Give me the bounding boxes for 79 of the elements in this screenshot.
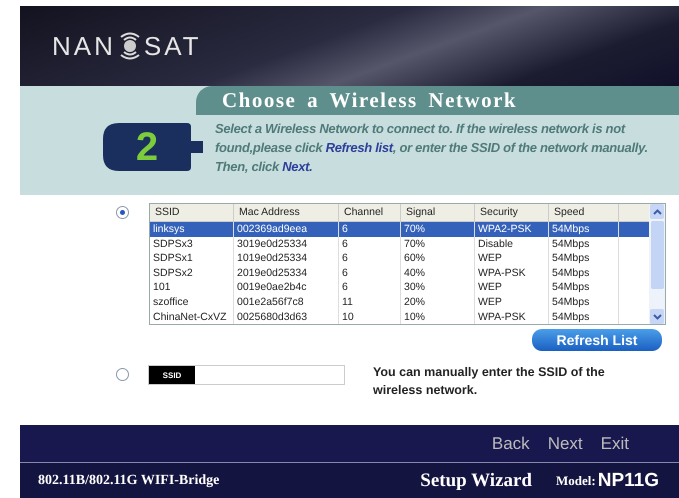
logo-text: SAT bbox=[144, 30, 202, 62]
table-cell: WPA-PSK bbox=[475, 310, 549, 324]
product-name: 802.11B/802.11G WIFI-Bridge bbox=[38, 472, 220, 488]
scroll-thumb[interactable] bbox=[650, 221, 664, 290]
table-cell: 6 bbox=[339, 280, 401, 295]
model-label: Model: bbox=[556, 472, 596, 488]
table-cell: 54Mbps bbox=[549, 310, 619, 324]
column-header[interactable]: Security bbox=[475, 204, 549, 221]
nav-link[interactable]: Next bbox=[548, 434, 583, 454]
table-cell: 2019e0d25334 bbox=[234, 266, 339, 280]
table-cell: 30% bbox=[401, 280, 475, 295]
table-row[interactable]: szoffice 001e2a56f7c8 11 20% WEP 54Mbps bbox=[150, 294, 649, 310]
table-cell: 54Mbps bbox=[549, 280, 619, 295]
table-cell: WEP bbox=[475, 294, 549, 310]
table-cell: 0019e0ae2b4c bbox=[234, 280, 339, 295]
scrollbar[interactable] bbox=[649, 204, 665, 324]
radio-button[interactable] bbox=[116, 206, 129, 219]
step-number: 2 bbox=[134, 124, 160, 170]
table-cell: 10% bbox=[401, 310, 475, 324]
table-row[interactable]: 101 0019e0ae2b4c 6 30% WEP 54Mbps bbox=[150, 280, 649, 295]
table-cell: 54Mbps bbox=[549, 294, 619, 310]
table-cell: WEP bbox=[475, 251, 549, 266]
table-cell: WEP bbox=[475, 280, 549, 295]
manual-ssid-hint: You can manually enter the SSID of the wireless network. bbox=[373, 364, 606, 400]
column-header[interactable]: Speed bbox=[549, 204, 619, 221]
table-row[interactable]: SDPSx3 3019e0d25334 6 70% Disable 54Mbps bbox=[150, 236, 649, 252]
table-cell: 6 bbox=[339, 236, 401, 252]
table-row[interactable]: SDPSx2 2019e0d25334 6 40% WPA-PSK 54Mbps bbox=[150, 266, 649, 280]
table-cell: 1019e0d25334 bbox=[234, 251, 339, 266]
table-cell: 3019e0d25334 bbox=[234, 236, 339, 252]
table-cell: 6 bbox=[339, 222, 401, 237]
table-cell: SDPSx3 bbox=[150, 236, 234, 252]
scroll-up-icon[interactable] bbox=[650, 204, 664, 219]
table-cell: Disable bbox=[475, 236, 549, 252]
table-cell: WPA-PSK bbox=[475, 266, 549, 280]
inline-link[interactable]: Next. bbox=[282, 159, 312, 174]
table-cell: 001e2a56f7c8 bbox=[234, 294, 339, 310]
table-cell: 70% bbox=[401, 236, 475, 252]
table-cell: linksys bbox=[150, 222, 234, 237]
table-cell: SDPSx2 bbox=[150, 266, 234, 280]
refresh-list-button[interactable]: Refresh List bbox=[532, 329, 662, 352]
table-row[interactable]: ChinaNet-CxVZ 0025680d3d63 10 10% WPA-PSK 54Mbps bbox=[150, 310, 649, 324]
column-header[interactable]: SSID bbox=[150, 204, 234, 221]
table-cell: 0025680d3d63 bbox=[234, 310, 339, 324]
column-header[interactable]: Signal bbox=[401, 204, 475, 221]
nav-link[interactable]: Back bbox=[492, 434, 530, 454]
step-title: Choose a Wireless Network bbox=[222, 88, 518, 113]
radio-button[interactable] bbox=[116, 368, 129, 382]
table-cell: 20% bbox=[401, 294, 475, 310]
table-cell: 54Mbps bbox=[549, 236, 619, 252]
table-cell: SDPSx1 bbox=[150, 251, 234, 266]
table-row[interactable]: linksys 002369ad9eea 6 70% WPA2-PSK 54Mbps bbox=[150, 222, 649, 237]
table-cell: 54Mbps bbox=[549, 222, 619, 237]
table-row[interactable]: SDPSx1 1019e0d25334 6 60% WEP 54Mbps bbox=[150, 251, 649, 266]
table-cell: WPA2-PSK bbox=[475, 222, 549, 237]
table-cell: 002369ad9eea bbox=[234, 222, 339, 237]
column-header[interactable]: Mac Address bbox=[234, 204, 339, 221]
ssid-input-field[interactable]: SSID bbox=[148, 365, 345, 386]
table-cell: 10 bbox=[339, 310, 401, 324]
step-description: Select a Wireless Network to connect to. If the wireless network is not found,please click Refresh list, or enter the SSID of the network manually. Then, click Next. bbox=[215, 120, 649, 176]
table-cell: ChinaNet-CxVZ bbox=[150, 310, 234, 324]
scroll-down-icon[interactable] bbox=[650, 309, 664, 324]
usb-stick-icon bbox=[103, 123, 203, 171]
inline-link[interactable]: Refresh list bbox=[326, 140, 393, 155]
table-cell: 101 bbox=[150, 280, 234, 295]
nav-link[interactable]: Exit bbox=[600, 434, 629, 454]
wizard-title: Setup Wizard bbox=[420, 470, 532, 492]
table-cell: szoffice bbox=[150, 294, 234, 310]
table-cell: 70% bbox=[401, 222, 475, 237]
logo-text: NAN bbox=[52, 30, 116, 62]
table-cell: 54Mbps bbox=[549, 266, 619, 280]
model-name: NP11G bbox=[598, 470, 659, 492]
table-cell: 6 bbox=[339, 266, 401, 280]
table-cell: 40% bbox=[401, 266, 475, 280]
table-cell: 11 bbox=[339, 294, 401, 310]
table-cell: 6 bbox=[339, 251, 401, 266]
table-cell: 54Mbps bbox=[549, 251, 619, 266]
column-header[interactable]: Channel bbox=[339, 204, 401, 221]
table-cell: 60% bbox=[401, 251, 475, 266]
